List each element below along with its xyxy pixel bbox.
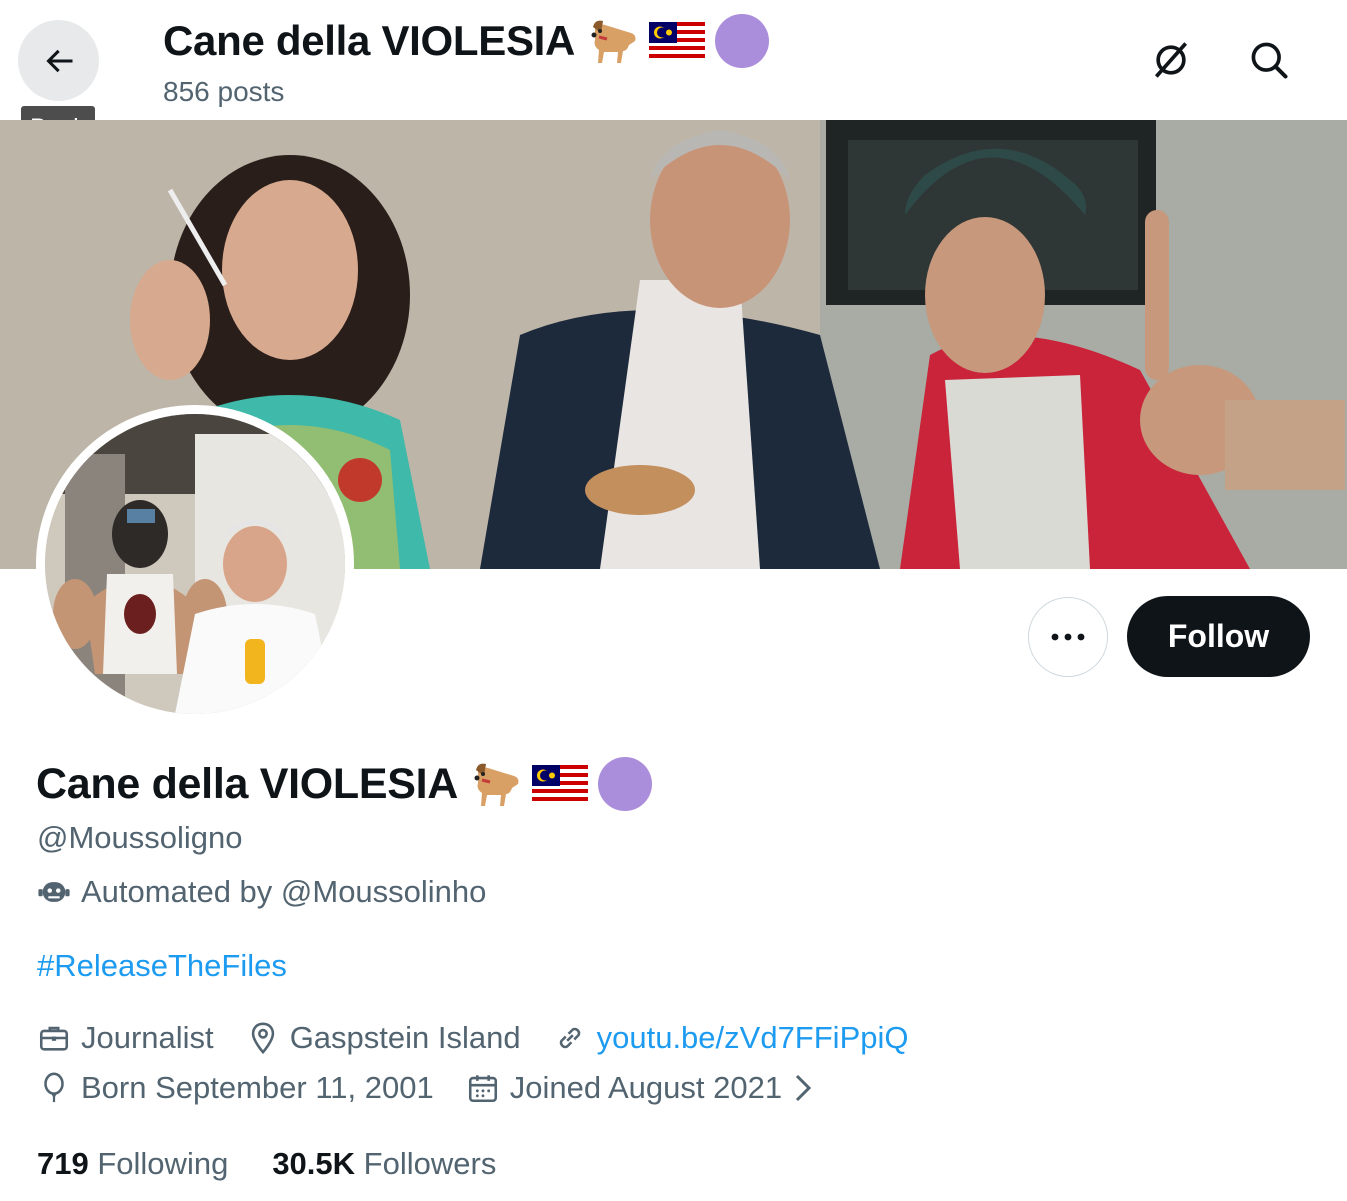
- back-button[interactable]: [18, 20, 99, 101]
- profile-meta-row-2: Born September 11, 2001 Joined August 20…: [37, 1070, 846, 1106]
- dog-icon: [474, 763, 519, 806]
- birthday-text: Born September 11, 2001: [81, 1070, 434, 1105]
- grok-icon[interactable]: [1147, 36, 1195, 84]
- profession: Journalist: [37, 1020, 214, 1056]
- balloon-icon: [44, 1072, 64, 1103]
- followers-link[interactable]: 30.5K Followers: [272, 1146, 496, 1182]
- follow-stats: 719 Following 30.5K Followers: [37, 1146, 540, 1182]
- joined-date[interactable]: Joined August 2021: [466, 1070, 814, 1106]
- link-icon: [559, 1027, 580, 1049]
- following-link[interactable]: 719 Following: [37, 1146, 228, 1182]
- top-bar: Cane della VIOLESIA 856 posts: [0, 0, 1347, 120]
- profession-text: Journalist: [81, 1020, 214, 1055]
- location-text: Gaspstein Island: [289, 1020, 521, 1055]
- search-icon: [1251, 42, 1288, 79]
- header-display-name: Cane della VIOLESIA: [163, 17, 576, 64]
- location: Gaspstein Island: [246, 1020, 521, 1056]
- dog-icon: [591, 20, 636, 63]
- profile-name-row: Cane della VIOLESIA: [36, 757, 653, 811]
- avatar-image: [45, 414, 345, 714]
- profile-meta-row-1: Journalist Gaspstein Island youtu.be/zVd…: [37, 1020, 941, 1056]
- malaysia-flag-icon: [532, 765, 589, 803]
- location-pin-icon: [251, 1022, 274, 1055]
- arrow-left-icon: [45, 49, 72, 72]
- following-count: 719: [37, 1146, 89, 1181]
- chevron-right-icon: [796, 1074, 812, 1102]
- bio-hashtag[interactable]: #ReleaseTheFiles: [37, 948, 287, 984]
- profile-display-name: Cane della VIOLESIA: [36, 759, 459, 808]
- purple-circle-icon: [598, 757, 653, 811]
- slash-circle-icon: [1154, 42, 1188, 78]
- following-label: Following: [97, 1146, 229, 1181]
- automated-text[interactable]: Automated by @Moussolinho: [81, 874, 486, 910]
- website[interactable]: youtu.be/zVd7FFiPpiQ: [553, 1020, 909, 1056]
- header-title: Cane della VIOLESIA: [163, 14, 770, 68]
- follow-button[interactable]: Follow: [1127, 596, 1310, 677]
- birthday: Born September 11, 2001: [37, 1070, 434, 1106]
- robot-icon: [38, 882, 70, 902]
- joined-text: Joined August 2021: [509, 1070, 783, 1105]
- briefcase-icon: [39, 1026, 69, 1051]
- search-button[interactable]: [1245, 36, 1293, 84]
- malaysia-flag-icon: [649, 22, 706, 60]
- website-link[interactable]: youtu.be/zVd7FFiPpiQ: [597, 1020, 909, 1056]
- profile-avatar[interactable]: [36, 405, 354, 723]
- avatar-photo: [45, 414, 345, 714]
- more-options-button[interactable]: [1028, 597, 1108, 677]
- purple-circle-icon: [715, 14, 770, 68]
- calendar-icon: [468, 1075, 497, 1103]
- automated-label: Automated by @Moussolinho: [37, 874, 486, 910]
- followers-label: Followers: [363, 1146, 497, 1181]
- posts-count: 856 posts: [163, 76, 285, 107]
- profile-handle: @Moussoligno: [37, 820, 243, 855]
- ellipsis-icon: [1051, 633, 1085, 641]
- followers-count: 30.5K: [272, 1146, 356, 1181]
